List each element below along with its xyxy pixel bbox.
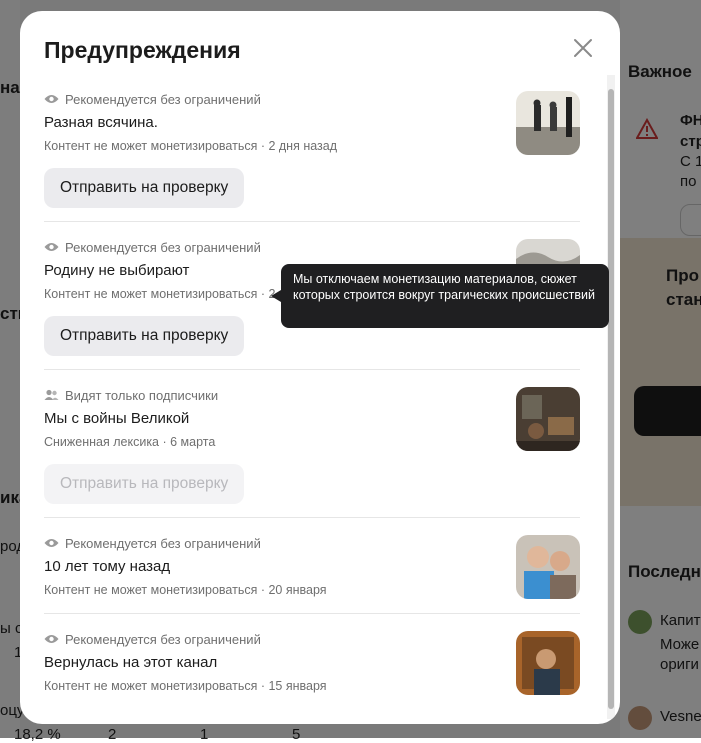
item-title[interactable]: Разная всячина. bbox=[44, 114, 580, 132]
list-item: Рекомендуется без ограничений 10 лет том… bbox=[44, 535, 580, 599]
thumbnail-children[interactable] bbox=[516, 535, 580, 599]
list-item: Видят только подписчики Мы с войны Велик… bbox=[44, 387, 580, 504]
visibility-label: Рекомендуется без ограничений bbox=[65, 535, 261, 551]
item-subtitle: Контент не может монетизироваться · 2 дн… bbox=[44, 139, 338, 153]
divider bbox=[44, 517, 580, 518]
divider bbox=[44, 613, 580, 614]
eye-icon bbox=[44, 243, 59, 251]
modal-title: Предупреждения bbox=[44, 37, 241, 63]
tooltip-arrow bbox=[271, 290, 281, 302]
thumbnail-vintage-couple[interactable] bbox=[516, 91, 580, 155]
item-subtitle: Контент не может монетизироваться · 15 я… bbox=[44, 679, 327, 693]
visibility-label: Рекомендуется без ограничений bbox=[65, 91, 261, 107]
send-for-review-button[interactable]: Отправить на проверку bbox=[44, 316, 245, 356]
monetization-tooltip: Мы отключаем монетизацию материалов, сюж… bbox=[281, 264, 609, 328]
item-visibility: Видят только подписчики bbox=[44, 387, 580, 403]
visibility-label: Рекомендуется без ограничений bbox=[65, 631, 261, 647]
scrollbar-thumb[interactable] bbox=[608, 89, 614, 709]
eye-icon bbox=[44, 539, 59, 547]
divider bbox=[44, 221, 580, 222]
warnings-list: Рекомендуется без ограничений Разная вся… bbox=[20, 79, 620, 719]
item-visibility: Рекомендуется без ограничений bbox=[44, 631, 580, 647]
divider bbox=[44, 369, 580, 370]
item-visibility: Рекомендуется без ограничений bbox=[44, 239, 580, 255]
item-visibility: Рекомендуется без ограничений bbox=[44, 91, 580, 107]
item-visibility: Рекомендуется без ограничений bbox=[44, 535, 580, 551]
close-icon bbox=[574, 39, 592, 57]
warnings-modal: Предупреждения Рекомендуется без огранич… bbox=[20, 11, 620, 724]
eye-icon bbox=[44, 95, 59, 103]
send-for-review-button[interactable]: Отправить на проверку bbox=[44, 168, 245, 208]
item-subtitle: Сниженная лексика · 6 марта bbox=[44, 435, 216, 449]
list-item: Рекомендуется без ограничений Вернулась … bbox=[44, 631, 580, 695]
visibility-label: Рекомендуется без ограничений bbox=[65, 239, 261, 255]
item-subtitle: Контент не может монетизироваться · 20 я… bbox=[44, 583, 327, 597]
list-item: Рекомендуется без ограничений Разная вся… bbox=[44, 91, 580, 208]
thumbnail-painting-room[interactable] bbox=[516, 387, 580, 451]
close-button[interactable] bbox=[572, 37, 594, 59]
item-title[interactable]: Мы с войны Великой bbox=[44, 410, 580, 428]
visibility-label: Видят только подписчики bbox=[65, 387, 219, 403]
item-title[interactable]: Вернулась на этот канал bbox=[44, 654, 580, 672]
eye-icon bbox=[44, 635, 59, 643]
send-for-review-button-disabled: Отправить на проверку bbox=[44, 464, 245, 504]
item-title[interactable]: 10 лет тому назад bbox=[44, 558, 580, 576]
thumbnail-painting-portrait[interactable] bbox=[516, 631, 580, 695]
people-icon bbox=[44, 389, 59, 400]
